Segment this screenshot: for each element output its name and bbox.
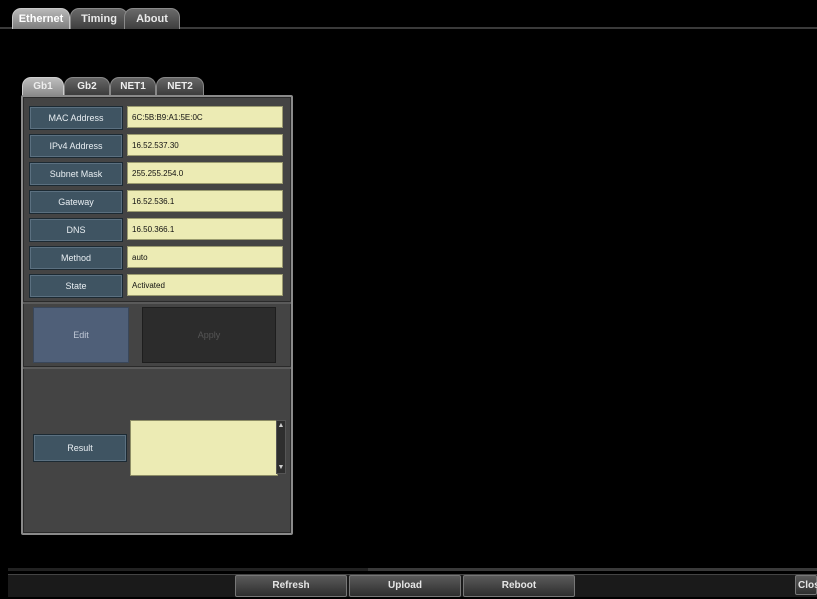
fields-divider (23, 301, 291, 304)
refresh-button[interactable]: Refresh (235, 575, 347, 597)
subnet-mask-field[interactable]: 255.255.254.0 (127, 162, 283, 184)
method-label: Method (29, 246, 123, 270)
dns-label: DNS (29, 218, 123, 242)
dns-field[interactable]: 16.50.366.1 (127, 218, 283, 240)
tab-about[interactable]: About (124, 8, 180, 29)
ipv4-address-label: IPv4 Address (29, 134, 123, 158)
reboot-button[interactable]: Reboot (463, 575, 575, 597)
subnet-mask-label: Subnet Mask (29, 162, 123, 186)
tab-ethernet[interactable]: Ethernet (12, 8, 70, 29)
tab-gb2[interactable]: Gb2 (64, 77, 110, 96)
state-label: State (29, 274, 123, 298)
ipv4-address-field[interactable]: 16.52.537.30 (127, 134, 283, 156)
tab-net1[interactable]: NET1 (110, 77, 156, 96)
tab-gb1[interactable]: Gb1 (22, 77, 64, 96)
result-textarea[interactable] (130, 420, 278, 476)
state-field[interactable]: Activated (127, 274, 283, 296)
edit-button[interactable]: Edit (33, 307, 129, 363)
result-scrollbar[interactable]: ▲ ▼ (276, 420, 286, 474)
actions-divider (23, 366, 291, 369)
gateway-field[interactable]: 16.52.536.1 (127, 190, 283, 212)
result-label: Result (33, 434, 127, 462)
close-button[interactable]: Clos (795, 575, 817, 595)
tab-net2[interactable]: NET2 (156, 77, 204, 96)
gb1-panel: MAC Address 6C:5B:B9:A1:5E:0C IPv4 Addre… (21, 95, 293, 535)
horizontal-scrollbar[interactable] (8, 568, 817, 571)
horizontal-scroll-thumb[interactable] (368, 568, 817, 571)
gateway-label: Gateway (29, 190, 123, 214)
method-field[interactable]: auto (127, 246, 283, 268)
tab-timing[interactable]: Timing (70, 8, 128, 29)
scroll-down-icon[interactable]: ▼ (277, 463, 285, 473)
mac-address-label: MAC Address (29, 106, 123, 130)
mac-address-field[interactable]: 6C:5B:B9:A1:5E:0C (127, 106, 283, 128)
scroll-up-icon[interactable]: ▲ (277, 421, 285, 431)
upload-button[interactable]: Upload (349, 575, 461, 597)
apply-button[interactable]: Apply (142, 307, 276, 363)
